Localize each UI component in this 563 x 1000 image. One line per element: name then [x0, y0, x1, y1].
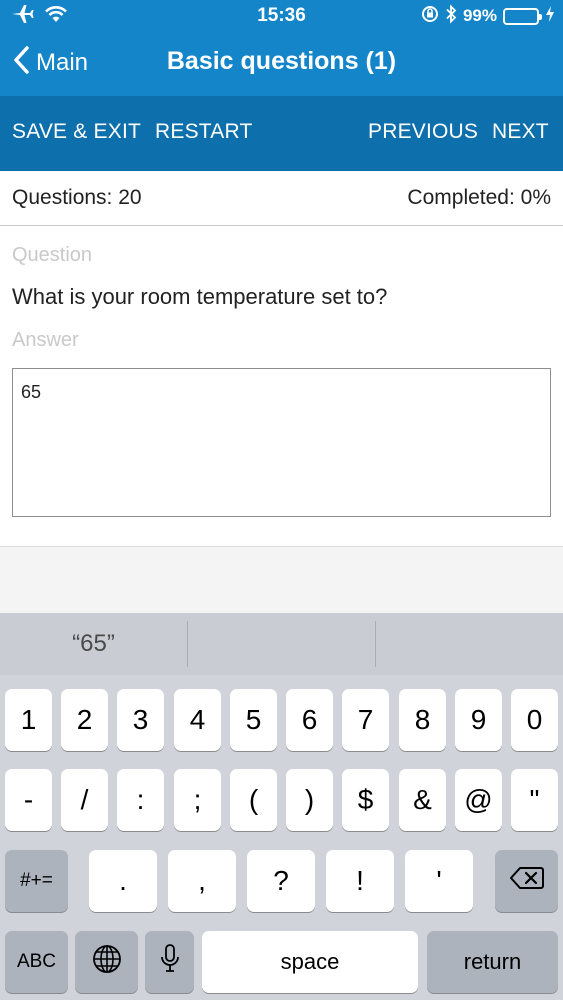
key-abc[interactable]: ABC [5, 931, 68, 993]
key-7[interactable]: 7 [342, 689, 389, 751]
key-period[interactable]: . [89, 850, 157, 912]
key-1[interactable]: 1 [5, 689, 52, 751]
globe-key[interactable] [75, 931, 138, 993]
key-2[interactable]: 2 [61, 689, 108, 751]
key-0[interactable]: 0 [511, 689, 558, 751]
answer-label: Answer [12, 329, 79, 351]
key-5[interactable]: 5 [230, 689, 277, 751]
page-title: Basic questions (1) [166, 47, 397, 75]
return-key[interactable]: return [427, 931, 558, 993]
key-8[interactable]: 8 [399, 689, 446, 751]
toolbar: SAVE & EXIT RESTART PREVIOUS NEXT [0, 96, 563, 171]
progress-info: Questions: 20 Completed: 0% [0, 171, 563, 226]
status-bar: 15:36 99% [0, 0, 563, 34]
key-exclamation[interactable]: ! [326, 850, 394, 912]
nav-bar: Main Basic questions (1) [0, 34, 563, 96]
question-text: What is your room temperature set to? [12, 284, 388, 309]
previous-button[interactable]: PREVIOUS [368, 120, 478, 144]
battery-percent: 99% [462, 6, 497, 25]
prediction-bar: “65” [0, 613, 563, 675]
restart-button[interactable]: RESTART [155, 120, 252, 144]
charging-icon [545, 5, 555, 27]
orientation-lock-icon [421, 5, 439, 28]
prediction-empty[interactable] [376, 613, 563, 675]
bluetooth-icon [445, 3, 457, 29]
key-dollar[interactable]: $ [342, 769, 389, 831]
key-semicolon[interactable]: ; [174, 769, 221, 831]
key-open-paren[interactable]: ( [230, 769, 277, 831]
empty-area [0, 547, 563, 613]
key-hyphen[interactable]: - [5, 769, 52, 831]
key-colon[interactable]: : [117, 769, 164, 831]
key-more-symbols[interactable]: #+= [5, 850, 68, 912]
microphone-icon [160, 943, 180, 982]
dictation-key[interactable] [145, 931, 194, 993]
key-6[interactable]: 6 [286, 689, 333, 751]
space-key[interactable]: space [202, 931, 418, 993]
backspace-icon [509, 865, 544, 897]
status-right: 99% [421, 3, 555, 29]
key-apostrophe[interactable]: ' [405, 850, 473, 912]
answer-input[interactable]: 65 [12, 368, 551, 517]
backspace-key[interactable] [495, 850, 558, 912]
key-close-paren[interactable]: ) [286, 769, 333, 831]
battery-icon [503, 7, 542, 25]
key-ampersand[interactable]: & [399, 769, 446, 831]
key-4[interactable]: 4 [174, 689, 221, 751]
key-slash[interactable]: / [61, 769, 108, 831]
next-button[interactable]: NEXT [492, 120, 549, 144]
key-question[interactable]: ? [247, 850, 315, 912]
question-label: Question [12, 244, 93, 266]
prediction-suggestion[interactable]: “65” [0, 613, 187, 675]
key-3[interactable]: 3 [117, 689, 164, 751]
key-at[interactable]: @ [455, 769, 502, 831]
questions-count: Questions: 20 [12, 186, 142, 209]
completed-percent: Completed: 0% [407, 186, 551, 209]
keyboard: “65” 1 2 3 4 5 6 7 8 9 0 - / : ; ( ) $ &… [0, 613, 563, 1000]
prediction-empty[interactable] [188, 613, 375, 675]
key-comma[interactable]: , [168, 850, 236, 912]
key-quote[interactable]: " [511, 769, 558, 831]
save-exit-button[interactable]: SAVE & EXIT [12, 120, 141, 144]
globe-icon [92, 944, 122, 981]
key-9[interactable]: 9 [455, 689, 502, 751]
